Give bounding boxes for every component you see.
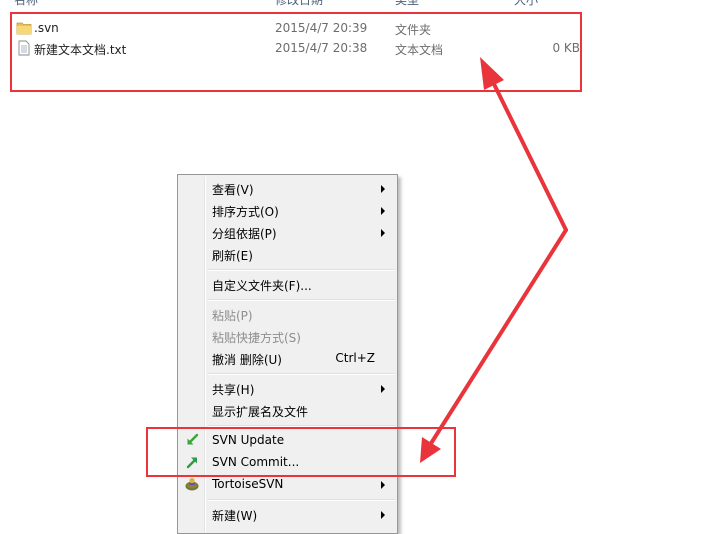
menu-item-label: TortoiseSVN xyxy=(212,477,284,491)
column-header-type[interactable]: 类型 xyxy=(395,0,419,8)
menu-item-label: 撤消 删除(U) xyxy=(212,353,282,367)
menu-item-label: 粘贴快捷方式(S) xyxy=(212,331,301,345)
menu-item-group-by[interactable]: 分组依据(P) xyxy=(180,221,395,243)
menu-item-label: 新建(W) xyxy=(212,509,258,523)
menu-item-new[interactable]: 新建(W) xyxy=(180,503,395,525)
menu-item-label: 显示扩展名及文件 xyxy=(212,405,309,419)
menu-item-paste[interactable]: 粘贴(P) xyxy=(180,303,395,325)
menu-item-refresh[interactable]: 刷新(E) xyxy=(180,243,395,265)
submenu-arrow-icon xyxy=(381,185,385,193)
menu-separator xyxy=(208,299,395,301)
submenu-arrow-icon xyxy=(381,481,385,489)
tortoisesvn-icon xyxy=(184,476,200,492)
menu-item-shortcut: Ctrl+Z xyxy=(335,351,375,365)
submenu-arrow-icon xyxy=(381,229,385,237)
menu-item-label: 自定义文件夹(F)... xyxy=(212,279,312,293)
menu-item-label: 查看(V) xyxy=(212,183,254,197)
column-header-name[interactable]: 名称 xyxy=(14,0,38,8)
menu-item-show-extensions[interactable]: 显示扩展名及文件 xyxy=(180,399,395,421)
menu-separator xyxy=(208,499,395,501)
menu-separator xyxy=(208,269,395,271)
menu-item-label: 刷新(E) xyxy=(212,249,253,263)
menu-item-view[interactable]: 查看(V) xyxy=(180,177,395,199)
menu-item-undo-delete[interactable]: 撤消 删除(U) Ctrl+Z xyxy=(180,347,395,369)
menu-item-label: 排序方式(O) xyxy=(212,205,279,219)
menu-item-share[interactable]: 共享(H) xyxy=(180,377,395,399)
context-menu: 查看(V) 排序方式(O) 分组依据(P) 刷新(E) 自定义文件夹(F)...… xyxy=(177,174,398,534)
submenu-arrow-icon xyxy=(381,511,385,519)
annotation-box-files xyxy=(10,12,582,92)
menu-item-customize-folder[interactable]: 自定义文件夹(F)... xyxy=(180,273,395,295)
column-header-modified[interactable]: 修改日期 xyxy=(275,0,323,8)
menu-item-label: 分组依据(P) xyxy=(212,227,277,241)
menu-separator xyxy=(208,373,395,375)
annotation-box-svn-items xyxy=(146,427,456,477)
menu-item-label: 共享(H) xyxy=(212,383,255,397)
menu-item-label: 粘贴(P) xyxy=(212,309,253,323)
menu-item-paste-shortcut[interactable]: 粘贴快捷方式(S) xyxy=(180,325,395,347)
column-header-size[interactable]: 大小 xyxy=(514,0,538,8)
submenu-arrow-icon xyxy=(381,207,385,215)
menu-item-sort-by[interactable]: 排序方式(O) xyxy=(180,199,395,221)
submenu-arrow-icon xyxy=(381,385,385,393)
